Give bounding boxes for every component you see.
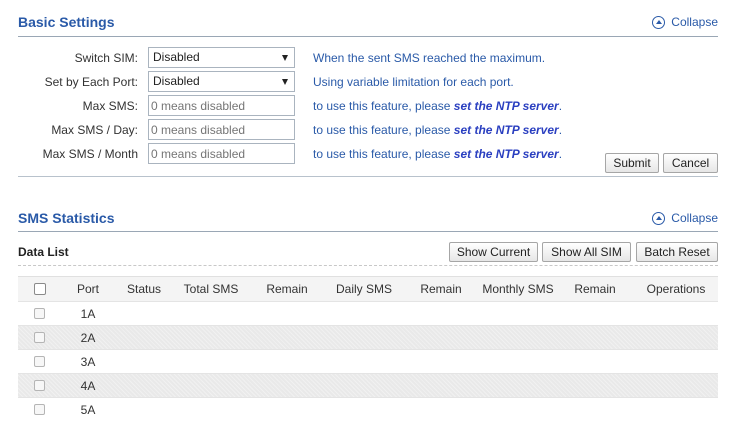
set-by-each-port-label: Set by Each Port: xyxy=(44,75,138,89)
ntp-server-link[interactable]: set the NTP server xyxy=(454,99,559,113)
sms-statistics-title: SMS Statistics xyxy=(18,210,115,226)
column-header-remain-total[interactable]: Remain xyxy=(266,281,307,297)
max-sms-day-row: Max SMS / Day: to use this feature, plea… xyxy=(18,119,718,141)
column-header-operations: Operations xyxy=(646,282,706,296)
row-checkbox[interactable] xyxy=(34,356,45,367)
hint-text: to use this feature, please xyxy=(313,147,454,161)
table-row: 1A xyxy=(18,301,718,325)
show-current-button[interactable]: Show Current xyxy=(449,242,538,262)
table-row: 4A xyxy=(18,373,718,397)
collapse-icon xyxy=(652,15,666,29)
data-list-divider xyxy=(18,265,718,266)
table-header: Port Status Total SMS Remain Daily SMS R… xyxy=(18,276,718,301)
hint-suffix: . xyxy=(558,123,563,137)
hint-suffix: . xyxy=(558,147,563,161)
max-sms-month-hint: to use this feature, please set the NTP … xyxy=(313,146,562,162)
set-by-each-port-value: Disabled xyxy=(153,74,200,88)
hint-text: to use this feature, please xyxy=(313,123,454,137)
sms-statistics-divider xyxy=(18,231,718,232)
basic-settings-divider xyxy=(18,36,718,37)
max-sms-day-label: Max SMS / Day: xyxy=(51,123,138,137)
cancel-button[interactable]: Cancel xyxy=(663,153,718,173)
port-cell: 5A xyxy=(80,403,96,417)
port-cell: 4A xyxy=(80,379,96,393)
row-checkbox[interactable] xyxy=(34,308,45,319)
table-row: 3A xyxy=(18,349,718,373)
column-header-port[interactable]: Port xyxy=(77,281,99,297)
collapse-icon xyxy=(652,211,666,225)
switch-sim-select[interactable]: Disabled xyxy=(148,47,295,68)
submit-button[interactable]: Submit xyxy=(605,153,659,173)
hint-suffix: . xyxy=(558,99,563,113)
column-header-total-sms[interactable]: Total SMS xyxy=(184,281,239,297)
column-header-monthly-sms[interactable]: Monthly SMS xyxy=(482,281,553,297)
basic-settings-header: Basic Settings Collapse xyxy=(18,13,718,33)
ntp-server-link[interactable]: set the NTP server xyxy=(454,123,559,137)
column-header-daily-sms[interactable]: Daily SMS xyxy=(336,281,392,297)
set-by-each-port-hint: Using variable limitation for each port. xyxy=(313,75,514,89)
column-header-status[interactable]: Status xyxy=(127,281,161,297)
row-checkbox[interactable] xyxy=(34,332,45,343)
max-sms-input[interactable] xyxy=(148,95,295,116)
max-sms-day-hint: to use this feature, please set the NTP … xyxy=(313,122,562,138)
data-list-title: Data List xyxy=(18,245,69,259)
chevron-down-icon xyxy=(282,55,288,61)
switch-sim-label: Switch SIM: xyxy=(74,51,138,65)
basic-settings-title: Basic Settings xyxy=(18,14,115,30)
hint-text: to use this feature, please xyxy=(313,99,454,113)
basic-settings-collapse[interactable]: Collapse xyxy=(652,14,718,30)
ntp-server-link[interactable]: set the NTP server xyxy=(454,147,559,161)
row-checkbox[interactable] xyxy=(34,404,45,415)
switch-sim-hint: When the sent SMS reached the maximum. xyxy=(313,51,546,65)
max-sms-label: Max SMS: xyxy=(82,99,138,113)
collapse-label: Collapse xyxy=(671,211,718,225)
max-sms-hint: to use this feature, please set the NTP … xyxy=(313,98,562,114)
batch-reset-button[interactable]: Batch Reset xyxy=(636,242,718,262)
collapse-label: Collapse xyxy=(671,15,718,29)
port-cell: 2A xyxy=(80,331,96,345)
port-cell: 3A xyxy=(80,355,96,369)
port-cell: 1A xyxy=(80,307,96,321)
sms-statistics-header: SMS Statistics Collapse xyxy=(18,209,718,229)
column-header-remain-monthly[interactable]: Remain xyxy=(574,281,615,297)
chevron-down-icon xyxy=(282,79,288,85)
set-by-each-port-row: Set by Each Port: Disabled Using variabl… xyxy=(18,71,718,93)
column-header-remain-daily[interactable]: Remain xyxy=(420,281,461,297)
switch-sim-value: Disabled xyxy=(153,50,200,64)
show-all-sim-button[interactable]: Show All SIM xyxy=(542,242,631,262)
basic-settings-bottom-divider xyxy=(18,176,718,177)
select-all-checkbox[interactable] xyxy=(34,283,46,295)
table-row: 2A xyxy=(18,325,718,349)
table-row: 5A xyxy=(18,397,718,421)
row-checkbox[interactable] xyxy=(34,380,45,391)
sms-statistics-collapse[interactable]: Collapse xyxy=(652,210,718,226)
switch-sim-row: Switch SIM: Disabled When the sent SMS r… xyxy=(18,47,718,69)
sms-statistics-table: Port Status Total SMS Remain Daily SMS R… xyxy=(18,276,718,421)
max-sms-month-input[interactable] xyxy=(148,143,295,164)
max-sms-month-label: Max SMS / Month xyxy=(42,147,138,161)
set-by-each-port-select[interactable]: Disabled xyxy=(148,71,295,92)
max-sms-row: Max SMS: to use this feature, please set… xyxy=(18,95,718,117)
max-sms-day-input[interactable] xyxy=(148,119,295,140)
